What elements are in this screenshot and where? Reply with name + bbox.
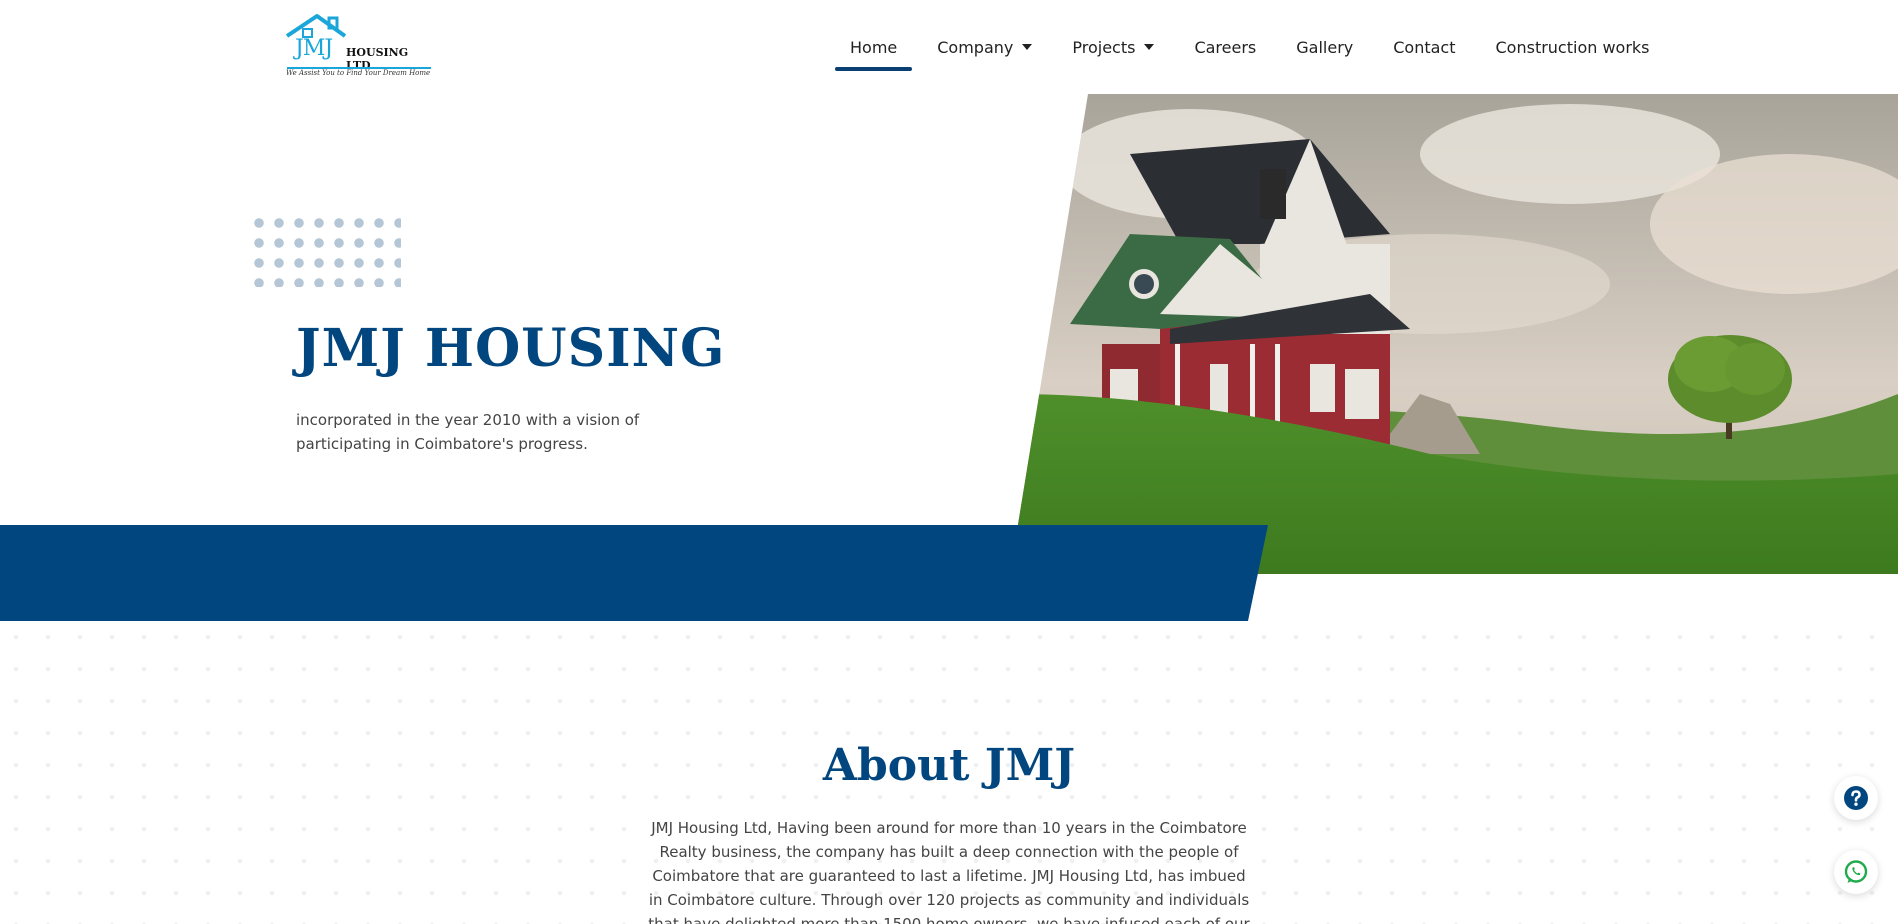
whatsapp-icon <box>1844 860 1868 883</box>
nav-gallery-label: Gallery <box>1296 37 1354 57</box>
nav-home[interactable]: Home <box>830 0 917 94</box>
about-body: JMJ Housing Ltd, Having been around for … <box>648 819 1250 924</box>
whatsapp-button[interactable] <box>1834 850 1878 894</box>
decorative-dot-grid <box>249 213 401 287</box>
site-logo[interactable]: JMJ HOUSING LTD We Assist You to Find Yo… <box>283 12 433 80</box>
nav-construction-works[interactable]: Construction works <box>1476 0 1670 94</box>
help-button[interactable] <box>1834 776 1878 820</box>
main-nav: Home Company Projects Careers Gallery Co… <box>830 0 1670 94</box>
nav-company[interactable]: Company <box>917 0 1052 94</box>
hero-image <box>1010 94 1898 574</box>
hero-subtitle: incorporated in the year 2010 with a vis… <box>296 411 640 453</box>
logo-tagline: We Assist You to Find Your Dream Home <box>286 69 431 77</box>
nav-careers[interactable]: Careers <box>1174 0 1276 94</box>
nav-projects[interactable]: Projects <box>1052 0 1174 94</box>
nav-construction-works-label: Construction works <box>1495 37 1650 57</box>
nav-gallery[interactable]: Gallery <box>1276 0 1373 94</box>
site-header: JMJ HOUSING LTD We Assist You to Find Yo… <box>0 0 1898 94</box>
caret-down-icon <box>1022 44 1033 50</box>
nav-home-label: Home <box>850 37 898 57</box>
about-title: About JMJ <box>822 740 1076 791</box>
nav-company-label: Company <box>937 37 1014 57</box>
nav-contact-label: Contact <box>1393 37 1456 57</box>
logo-mark: JMJ <box>295 36 333 61</box>
question-circle-icon <box>1844 786 1868 810</box>
hero-title: JMJ HOUSING <box>296 318 726 379</box>
caret-down-icon <box>1144 44 1155 50</box>
house-illustration-icon <box>1010 94 1898 574</box>
nav-contact[interactable]: Contact <box>1373 0 1475 94</box>
hero-accent-band <box>0 525 1268 621</box>
nav-projects-label: Projects <box>1072 37 1136 57</box>
nav-careers-label: Careers <box>1194 37 1257 57</box>
